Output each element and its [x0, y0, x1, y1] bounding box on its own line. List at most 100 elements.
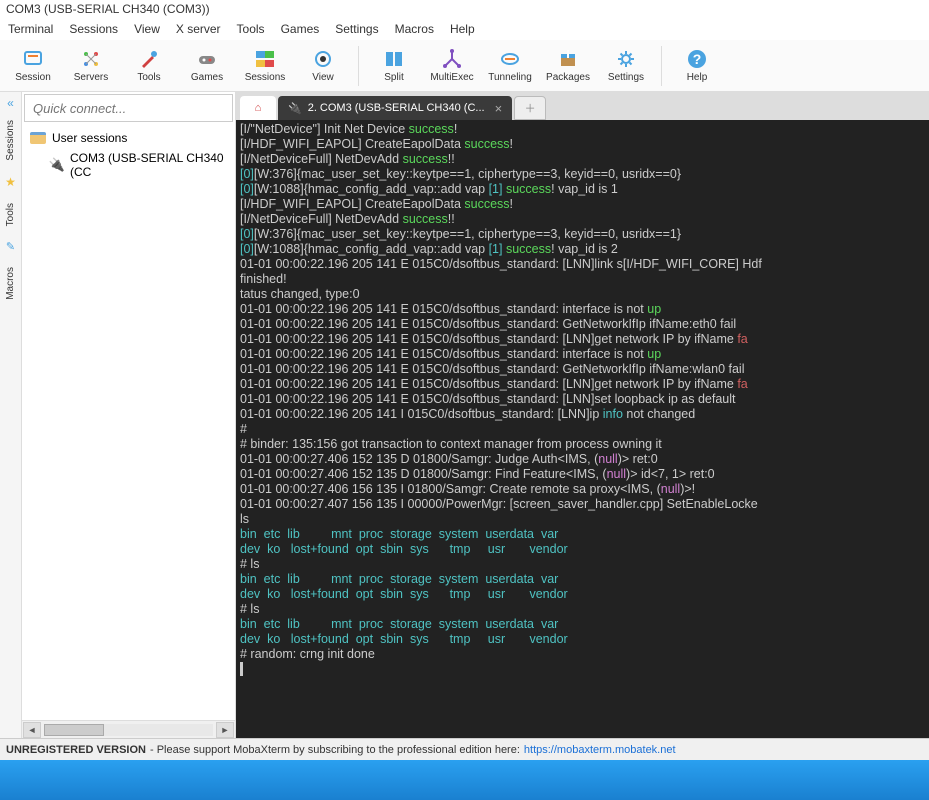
- session-tree: User sessions 🔌 COM3 (USB-SERIAL CH340 (…: [22, 124, 235, 720]
- sessions-button-label: Sessions: [245, 72, 286, 83]
- quick-connect-input[interactable]: [24, 94, 233, 122]
- terminal-line: [0][W:1088]{hmac_config_add_vap::add vap…: [240, 242, 925, 257]
- menu-games[interactable]: Games: [281, 22, 320, 36]
- settings-button-label: Settings: [608, 72, 644, 83]
- terminal-line: tatus changed, type:0: [240, 287, 925, 302]
- side-tab-sessions[interactable]: Sessions: [3, 112, 18, 169]
- terminal-line: [I/HDF_WIFI_EAPOL] CreateEapolData succe…: [240, 197, 925, 212]
- terminal-line: 01-01 00:00:22.196 205 141 E 015C0/dsoft…: [240, 302, 925, 317]
- terminal-line: bin etc lib mnt proc storage system user…: [240, 617, 925, 632]
- side-tab-tools[interactable]: Tools: [3, 195, 18, 234]
- terminal-line: bin etc lib mnt proc storage system user…: [240, 572, 925, 587]
- folder-icon: [30, 132, 46, 144]
- terminal-line: [I/NetDeviceFull] NetDevAdd success!!: [240, 152, 925, 167]
- toolbar-separator: [358, 46, 359, 86]
- session-button[interactable]: Session: [6, 42, 60, 90]
- terminal-line: 01-01 00:00:22.196 205 141 E 015C0/dsoft…: [240, 332, 925, 347]
- terminal-line: 01-01 00:00:27.406 156 135 I 01800/Samgr…: [240, 482, 925, 497]
- collapse-icon[interactable]: «: [7, 96, 14, 110]
- terminal-cursor: [240, 662, 925, 677]
- scroll-right-button[interactable]: ►: [216, 722, 234, 738]
- terminal-line: [0][W:376]{mac_user_set_key::keytpe==1, …: [240, 167, 925, 182]
- star-icon[interactable]: ★: [5, 175, 16, 189]
- terminal-line: # binder: 135:156 got transaction to con…: [240, 437, 925, 452]
- split-button[interactable]: Split: [367, 42, 421, 90]
- terminal-line: 01-01 00:00:27.406 152 135 D 01800/Samgr…: [240, 467, 925, 482]
- terminal-line: #: [240, 422, 925, 437]
- session-button-label: Session: [15, 72, 51, 83]
- terminal-line: [I/HDF_WIFI_EAPOL] CreateEapolData succe…: [240, 137, 925, 152]
- terminal-line: 01-01 00:00:22.196 205 141 E 015C0/dsoft…: [240, 257, 925, 272]
- terminal-line: bin etc lib mnt proc storage system user…: [240, 527, 925, 542]
- menu-help[interactable]: Help: [450, 22, 475, 36]
- help-button[interactable]: ? Help: [670, 42, 724, 90]
- terminal-line: 01-01 00:00:22.196 205 141 E 015C0/dsoft…: [240, 347, 925, 362]
- tools-button[interactable]: Tools: [122, 42, 176, 90]
- scroll-thumb[interactable]: [44, 724, 104, 736]
- scroll-left-button[interactable]: ◄: [23, 722, 41, 738]
- menu-settings[interactable]: Settings: [335, 22, 378, 36]
- serial-icon: 🔌: [288, 102, 302, 115]
- main-area: ⌂ 🔌 2. COM3 (USB-SERIAL CH340 (C... × ＋ …: [236, 92, 929, 738]
- games-button-label: Games: [191, 72, 223, 83]
- split-icon: [383, 48, 405, 70]
- servers-button-label: Servers: [74, 72, 108, 83]
- multiexec-button-label: MultiExec: [430, 72, 473, 83]
- terminal-line: 01-01 00:00:27.407 156 135 I 00000/Power…: [240, 497, 925, 512]
- tree-item-label: COM3 (USB-SERIAL CH340 (CC: [70, 151, 227, 179]
- terminal-line: [0][W:1088]{hmac_config_add_vap::add vap…: [240, 182, 925, 197]
- multiexec-icon: [441, 48, 463, 70]
- side-tab-macros[interactable]: Macros: [3, 259, 18, 308]
- svg-text:?: ?: [693, 51, 702, 67]
- scroll-track[interactable]: [44, 724, 213, 736]
- side-panel: User sessions 🔌 COM3 (USB-SERIAL CH340 (…: [22, 92, 236, 738]
- plus-icon: ＋: [525, 100, 536, 116]
- tab-com3[interactable]: 🔌 2. COM3 (USB-SERIAL CH340 (C... ×: [278, 96, 512, 120]
- tree-scrollbar: ◄ ►: [22, 720, 235, 738]
- toolbar-separator: [661, 46, 662, 86]
- view-button-label: View: [312, 72, 334, 83]
- status-message: - Please support MobaXterm by subscribin…: [150, 744, 520, 756]
- terminal-line: 01-01 00:00:22.196 205 141 E 015C0/dsoft…: [240, 362, 925, 377]
- window-title: COM3 (USB-SERIAL CH340 (COM3)): [6, 2, 210, 16]
- tab-new-button[interactable]: ＋: [514, 96, 546, 120]
- terminal-line: 01-01 00:00:22.196 205 141 E 015C0/dsoft…: [240, 377, 925, 392]
- tunneling-button[interactable]: Tunneling: [483, 42, 537, 90]
- menu-macros[interactable]: Macros: [395, 22, 434, 36]
- windows-taskbar: [0, 760, 929, 800]
- games-button[interactable]: Games: [180, 42, 234, 90]
- menu-xserver[interactable]: X server: [176, 22, 221, 36]
- multiexec-button[interactable]: MultiExec: [425, 42, 479, 90]
- status-bar: UNREGISTERED VERSION - Please support Mo…: [0, 738, 929, 760]
- help-icon: ?: [686, 48, 708, 70]
- menu-tools[interactable]: Tools: [237, 22, 265, 36]
- menu-terminal[interactable]: Terminal: [8, 22, 53, 36]
- terminal-line: 01-01 00:00:22.196 205 141 E 015C0/dsoft…: [240, 317, 925, 332]
- tab-close-icon[interactable]: ×: [495, 101, 503, 116]
- help-button-label: Help: [687, 72, 708, 83]
- settings-button[interactable]: Settings: [599, 42, 653, 90]
- terminal-output[interactable]: [I/"NetDevice"] Init Net Device success!…: [236, 120, 929, 738]
- sessions-button[interactable]: Sessions: [238, 42, 292, 90]
- packages-button[interactable]: Packages: [541, 42, 595, 90]
- tab-bar: ⌂ 🔌 2. COM3 (USB-SERIAL CH340 (C... × ＋: [236, 92, 929, 120]
- menu-sessions[interactable]: Sessions: [69, 22, 118, 36]
- view-button[interactable]: View: [296, 42, 350, 90]
- toolbar: Session Servers Tools Games Sessions View Spli…: [0, 40, 929, 92]
- menu-view[interactable]: View: [134, 22, 160, 36]
- terminal-line: dev ko lost+found opt sbin sys tmp usr v…: [240, 542, 925, 557]
- tree-item-com3[interactable]: 🔌 COM3 (USB-SERIAL CH340 (CC: [26, 148, 231, 182]
- servers-icon: [80, 48, 102, 70]
- servers-button[interactable]: Servers: [64, 42, 118, 90]
- macro-icon[interactable]: ✎: [6, 240, 15, 253]
- home-icon: ⌂: [255, 102, 262, 114]
- terminal-line: 01-01 00:00:22.196 205 141 E 015C0/dsoft…: [240, 392, 925, 407]
- terminal-line: dev ko lost+found opt sbin sys tmp usr v…: [240, 587, 925, 602]
- tools-button-label: Tools: [137, 72, 160, 83]
- status-link[interactable]: https://mobaxterm.mobatek.net: [524, 744, 676, 756]
- tunneling-button-label: Tunneling: [488, 72, 532, 83]
- tree-root-user-sessions[interactable]: User sessions: [26, 128, 231, 148]
- tab-home[interactable]: ⌂: [240, 96, 276, 120]
- terminal-line: 01-01 00:00:22.196 205 141 I 015C0/dsoft…: [240, 407, 925, 422]
- terminal-line: # random: crng init done: [240, 647, 925, 662]
